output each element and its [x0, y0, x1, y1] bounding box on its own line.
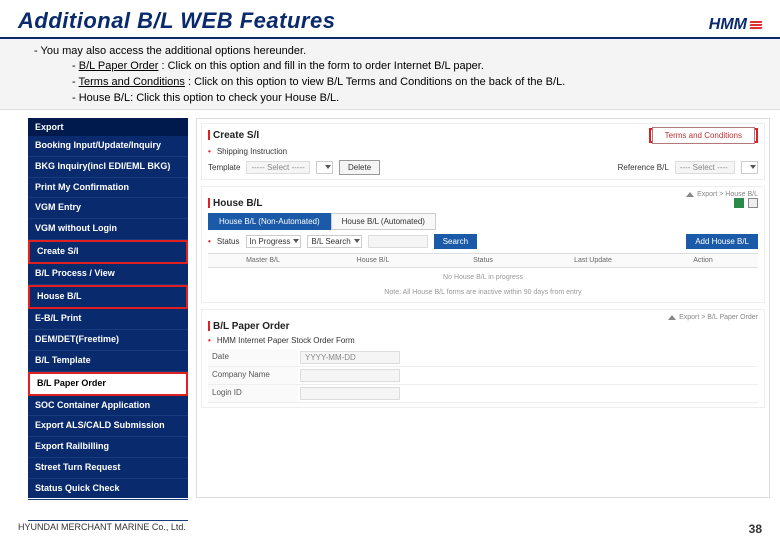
search-input[interactable] — [368, 235, 428, 248]
main-panels: Create S/I Terms and Conditions • Shippi… — [196, 118, 770, 498]
logo-stripes-icon — [750, 21, 762, 29]
breadcrumb: Export > B/L Paper Order — [208, 314, 758, 321]
brand-logo: HMM — [709, 16, 762, 34]
sidebar-item-als[interactable]: Export ALS/CALD Submission — [28, 416, 188, 437]
add-house-bl-button[interactable]: Add House B/L — [686, 234, 758, 249]
bullet-icon: • — [208, 336, 211, 345]
sidebar-section-head: Export — [28, 118, 188, 136]
table-header: Master B/L House B/L Status Last Update … — [208, 253, 758, 268]
company-input[interactable] — [300, 369, 400, 382]
sidebar-item-bl-process[interactable]: B/L Process / View — [28, 264, 188, 285]
status-select[interactable]: In Progress — [246, 235, 302, 248]
tab-non-automated[interactable]: House B/L (Non-Automated) — [208, 213, 331, 230]
print-icon[interactable] — [748, 198, 758, 208]
panel-house-bl: Export > House B/L House B/L House B/L (… — [201, 186, 765, 303]
field-company: Company Name — [208, 367, 758, 385]
home-icon — [668, 315, 676, 320]
date-input[interactable]: YYYY-MM-DD — [300, 351, 400, 364]
field-date: Date YYYY-MM-DD — [208, 349, 758, 367]
tab-automated[interactable]: House B/L (Automated) — [331, 213, 436, 230]
sidebar-item-trucker-check[interactable]: Trucker Quick Check — [28, 500, 188, 521]
page-number: 38 — [749, 522, 762, 536]
search-by-select[interactable]: B/L Search — [307, 235, 361, 248]
col-house-bl: House B/L — [318, 254, 428, 267]
status-label: Status — [217, 237, 240, 246]
delete-button[interactable]: Delete — [339, 160, 380, 175]
panel-title: House B/L — [208, 198, 262, 209]
search-button[interactable]: Search — [434, 234, 477, 249]
sidebar-item-ebl-print[interactable]: E-B/L Print — [28, 309, 188, 330]
slide-title: Additional B/L WEB Features — [18, 8, 335, 34]
bullet-icon: • — [208, 147, 211, 156]
bullet-icon: • — [208, 237, 211, 246]
sidebar-item-vgm-entry[interactable]: VGM Entry — [28, 198, 188, 219]
sidebar-item-create-si[interactable]: Create S/I — [28, 240, 188, 264]
company-footer: HYUNDAI MERCHANT MARINE Co., Ltd. — [18, 522, 186, 536]
panel-title: Create S/I — [208, 130, 259, 141]
home-icon — [686, 192, 694, 197]
sidebar-item-house-bl[interactable]: House B/L — [28, 285, 188, 309]
col-last-update: Last Update — [538, 254, 648, 267]
col-status: Status — [428, 254, 538, 267]
sidebar-item-bkg-inquiry[interactable]: BKG Inquiry(incl EDI/EML BKG) — [28, 157, 188, 178]
sidebar-item-print-confirm[interactable]: Print My Confirmation — [28, 178, 188, 199]
title-bar-icon — [208, 130, 210, 140]
breadcrumb: Export > House B/L — [208, 191, 758, 198]
excel-export-icon[interactable] — [734, 198, 744, 208]
content-area: Export Booking Input/Update/Inquiry BKG … — [0, 110, 780, 498]
reference-bl-dropdown-icon[interactable] — [741, 161, 758, 174]
intro-block: - You may also access the additional opt… — [0, 39, 780, 110]
sidebar-item-status-check[interactable]: Status Quick Check — [28, 479, 188, 500]
panel-paper-order: Export > B/L Paper Order B/L Paper Order… — [201, 309, 765, 408]
col-master-bl: Master B/L — [208, 254, 318, 267]
sidebar-item-soc[interactable]: SOC Container Application — [28, 396, 188, 417]
house-bl-tabs: House B/L (Non-Automated) House B/L (Aut… — [208, 213, 758, 230]
title-bar-icon — [208, 198, 210, 208]
reference-bl-label: Reference B/L — [618, 163, 669, 172]
field-login-id: Login ID — [208, 385, 758, 403]
sidebar-item-railbilling[interactable]: Export Railbilling — [28, 437, 188, 458]
empty-state: No House B/L in progress — [208, 268, 758, 283]
sidebar-item-street-turn[interactable]: Street Turn Request — [28, 458, 188, 479]
sidebar-item-paper-order[interactable]: B/L Paper Order — [28, 372, 188, 396]
sidebar-item-booking[interactable]: Booking Input/Update/Inquiry — [28, 136, 188, 157]
template-select[interactable]: ----- Select ----- — [246, 161, 309, 174]
sidebar-nav: Export Booking Input/Update/Inquiry BKG … — [28, 118, 188, 498]
sidebar-item-bl-template[interactable]: B/L Template — [28, 351, 188, 372]
intro-item: - Terms and Conditions : Click on this o… — [72, 75, 756, 91]
footnote: Note: All House B/L forms are inactive w… — [208, 283, 758, 298]
terms-conditions-button[interactable]: Terms and Conditions — [652, 127, 755, 144]
intro-item: - B/L Paper Order : Click on this option… — [72, 59, 756, 75]
terms-highlight: Terms and Conditions — [649, 128, 758, 143]
intro-item: - House B/L: Click this option to check … — [72, 91, 756, 107]
template-dropdown-icon[interactable] — [316, 161, 333, 174]
intro-main-text: - You may also access the additional opt… — [34, 45, 756, 57]
slide-footer: HYUNDAI MERCHANT MARINE Co., Ltd. 38 — [18, 522, 762, 536]
title-bar-icon — [208, 321, 210, 331]
sidebar-item-demdet[interactable]: DEM/DET(Freetime) — [28, 330, 188, 351]
panel-title: B/L Paper Order — [208, 321, 758, 332]
template-label: Template — [208, 163, 240, 172]
slide-header: Additional B/L WEB Features HMM — [0, 0, 780, 39]
paper-order-subtitle: HMM Internet Paper Stock Order Form — [217, 336, 355, 345]
panel-create-si: Create S/I Terms and Conditions • Shippi… — [201, 123, 765, 180]
reference-bl-select[interactable]: ---- Select ---- — [675, 161, 735, 174]
paper-order-form: Date YYYY-MM-DD Company Name Login ID — [208, 349, 758, 403]
sidebar-item-vgm-nologin[interactable]: VGM without Login — [28, 219, 188, 240]
loginid-input[interactable] — [300, 387, 400, 400]
shipping-instruction-label: Shipping Instruction — [217, 147, 287, 156]
col-action: Action — [648, 254, 758, 267]
intro-bulletlist: - B/L Paper Order : Click on this option… — [72, 57, 756, 107]
